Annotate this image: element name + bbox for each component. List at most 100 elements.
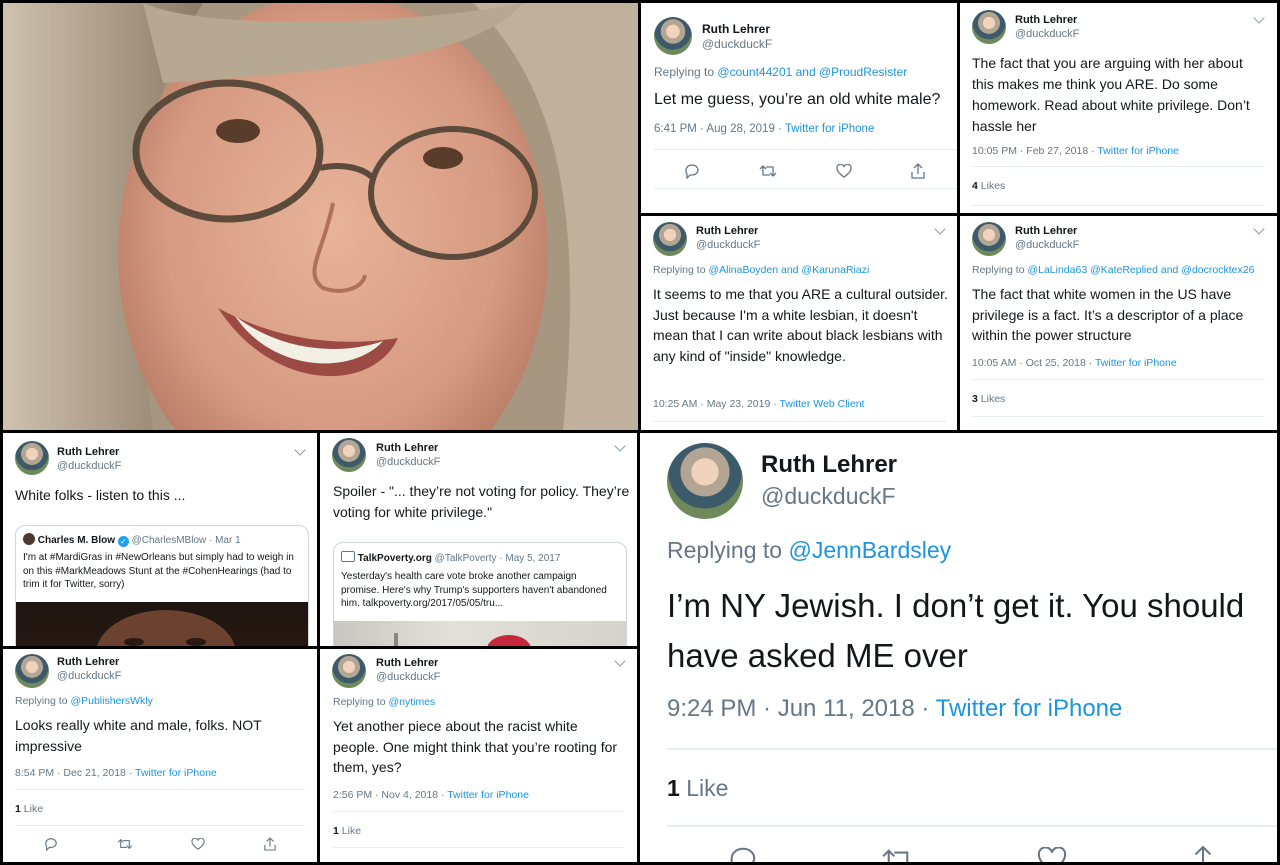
- author-handle[interactable]: @duckduckF: [376, 456, 440, 468]
- action-bar: [15, 831, 305, 857]
- chevron-down-icon[interactable]: [294, 444, 306, 456]
- share-icon[interactable]: [1190, 845, 1216, 862]
- retweet-icon[interactable]: [117, 838, 133, 850]
- divider: [15, 789, 305, 790]
- divider: [653, 421, 946, 422]
- author-name[interactable]: Ruth Lehrer: [1015, 14, 1077, 26]
- tweet-card-9[interactable]: Ruth Lehrer @duckduckF Replying to @Jenn…: [640, 433, 1277, 862]
- avatar[interactable]: [653, 222, 687, 256]
- likes-count: 1: [667, 775, 680, 801]
- author-handle[interactable]: @duckduckF: [376, 671, 440, 683]
- author-handle[interactable]: @duckduckF: [57, 460, 121, 472]
- retweet-icon[interactable]: [759, 164, 777, 178]
- tweet-meta: 8:54 PM · Dec 21, 2018 · Twitter for iPh…: [15, 767, 217, 779]
- quoted-tweet[interactable]: TalkPoverty.org @TalkPoverty · May 5, 20…: [333, 542, 627, 646]
- tweet-source[interactable]: Twitter Web Client: [779, 398, 864, 410]
- reply-context: Replying to @AlinaBoyden and @KarunaRiaz…: [653, 264, 869, 276]
- tweet-card-7[interactable]: Ruth Lehrer @duckduckF Replying to @Publ…: [3, 649, 317, 862]
- chevron-down-icon[interactable]: [934, 223, 946, 235]
- avatar[interactable]: [972, 222, 1006, 256]
- avatar[interactable]: [667, 443, 743, 519]
- reply-icon[interactable]: [728, 845, 758, 862]
- tweet-card-4[interactable]: Ruth Lehrer @duckduckF Replying to @LaLi…: [960, 216, 1277, 430]
- author-name[interactable]: Ruth Lehrer: [696, 225, 758, 237]
- reply-mentions[interactable]: @PublishersWkly: [70, 695, 152, 707]
- likes-count-row[interactable]: 1 Like: [333, 825, 361, 837]
- author-name[interactable]: Ruth Lehrer: [376, 442, 438, 454]
- author-handle[interactable]: @duckduckF: [696, 239, 760, 251]
- tweet-text: Looks really white and male, folks. NOT …: [15, 717, 262, 754]
- chevron-down-icon[interactable]: [1253, 223, 1265, 235]
- author-handle[interactable]: @duckduckF: [1015, 239, 1079, 251]
- tweet-card-3[interactable]: Ruth Lehrer @duckduckF Replying to @Alin…: [641, 216, 957, 430]
- quoted-text: Yesterday's health care vote broke anoth…: [341, 571, 607, 609]
- portrait-illustration: [3, 3, 638, 430]
- author-name[interactable]: Ruth Lehrer: [376, 657, 438, 669]
- reply-mentions[interactable]: @count44201 and @ProudResister: [717, 65, 907, 79]
- likes-count-row[interactable]: 3 Likes: [972, 393, 1005, 405]
- tweet-card-2[interactable]: Ruth Lehrer @duckduckF The fact that you…: [960, 3, 1277, 213]
- quoted-media-image[interactable]: [16, 602, 308, 646]
- author-handle[interactable]: @duckduckF: [57, 670, 121, 682]
- reply-mentions[interactable]: @AlinaBoyden and @KarunaRiazi: [708, 264, 869, 276]
- avatar[interactable]: [15, 654, 49, 688]
- replying-label: Replying to: [653, 264, 706, 276]
- reply-mentions[interactable]: @JennBardsley: [788, 537, 951, 563]
- quoted-media-image[interactable]: [334, 621, 626, 646]
- tweet-source[interactable]: Twitter for iPhone: [135, 767, 217, 779]
- avatar[interactable]: [972, 10, 1006, 44]
- tweet-timestamp: 2:56 PM · Nov 4, 2018 ·: [333, 789, 445, 801]
- avatar[interactable]: [654, 17, 692, 55]
- like-icon[interactable]: [835, 164, 852, 178]
- chevron-down-icon[interactable]: [614, 440, 626, 452]
- tweet-card-1[interactable]: Ruth Lehrer @duckduckF Replying to @coun…: [641, 3, 957, 213]
- like-icon[interactable]: [1037, 847, 1067, 862]
- tweet-source[interactable]: Twitter for iPhone: [785, 123, 874, 135]
- replying-label: Replying to: [333, 696, 386, 708]
- author-name[interactable]: Ruth Lehrer: [761, 451, 897, 479]
- tweet-source[interactable]: Twitter for iPhone: [447, 789, 529, 801]
- avatar[interactable]: [332, 438, 366, 472]
- author-handle[interactable]: @duckduckF: [761, 483, 896, 510]
- author-handle[interactable]: @duckduckF: [1015, 28, 1079, 40]
- reply-context: Replying to @JennBardsley: [667, 537, 951, 564]
- chevron-down-icon[interactable]: [1253, 12, 1265, 24]
- tweet-source[interactable]: Twitter for iPhone: [1097, 145, 1179, 157]
- likes-count-row[interactable]: 1 Like: [667, 775, 728, 802]
- like-icon[interactable]: [191, 838, 205, 850]
- tweet-timestamp: 10:25 AM · May 23, 2019 ·: [653, 398, 777, 410]
- likes-label: Like: [341, 825, 362, 837]
- likes-label: Likes: [980, 180, 1006, 192]
- author-name[interactable]: Ruth Lehrer: [1015, 225, 1077, 237]
- likes-count-row[interactable]: 4 Likes: [972, 180, 1005, 192]
- tweet-text: It seems to me that you ARE a cultural o…: [653, 286, 948, 364]
- author-name[interactable]: Ruth Lehrer: [57, 656, 119, 668]
- share-icon[interactable]: [910, 163, 925, 179]
- avatar[interactable]: [15, 441, 49, 475]
- reply-mentions[interactable]: @LaLinda63 @KateReplied and @docrocktex2…: [1027, 264, 1254, 276]
- retweet-icon[interactable]: [881, 847, 915, 862]
- tweet-card-6[interactable]: Ruth Lehrer @duckduckF Spoiler - "... th…: [320, 433, 637, 646]
- quoted-tweet[interactable]: Charles M. Blow ✓ @CharlesMBlow · Mar 1 …: [15, 525, 309, 646]
- author-name[interactable]: Ruth Lehrer: [702, 22, 770, 36]
- tweet-card-5[interactable]: Ruth Lehrer @duckduckF White folks - lis…: [3, 433, 317, 646]
- reply-icon[interactable]: [684, 163, 700, 179]
- tweet-text: I’m NY Jewish. I don’t get it. You shoul…: [667, 587, 1245, 674]
- author-name[interactable]: Ruth Lehrer: [57, 446, 119, 458]
- share-icon[interactable]: [264, 837, 276, 851]
- divider: [667, 825, 1277, 827]
- tweet-meta: 2:56 PM · Nov 4, 2018 · Twitter for iPho…: [333, 789, 529, 801]
- likes-count-row[interactable]: 1 Like: [15, 803, 43, 815]
- tweet-meta: 9:24 PM · Jun 11, 2018 · Twitter for iPh…: [667, 695, 1122, 723]
- tweet-source[interactable]: Twitter for iPhone: [1095, 357, 1177, 369]
- tweet-text: The fact that you are arguing with her a…: [972, 55, 1250, 134]
- replying-label: Replying to: [654, 65, 715, 79]
- tweet-text: Spoiler - "... they’re not voting for po…: [333, 483, 630, 520]
- chevron-down-icon[interactable]: [614, 655, 626, 667]
- reply-mentions[interactable]: @nytimes: [388, 696, 435, 708]
- avatar[interactable]: [332, 654, 366, 688]
- tweet-source[interactable]: Twitter for iPhone: [936, 695, 1123, 722]
- reply-icon[interactable]: [44, 837, 58, 851]
- tweet-card-8[interactable]: Ruth Lehrer @duckduckF Replying to @nyti…: [320, 649, 637, 862]
- author-handle[interactable]: @duckduckF: [702, 37, 772, 51]
